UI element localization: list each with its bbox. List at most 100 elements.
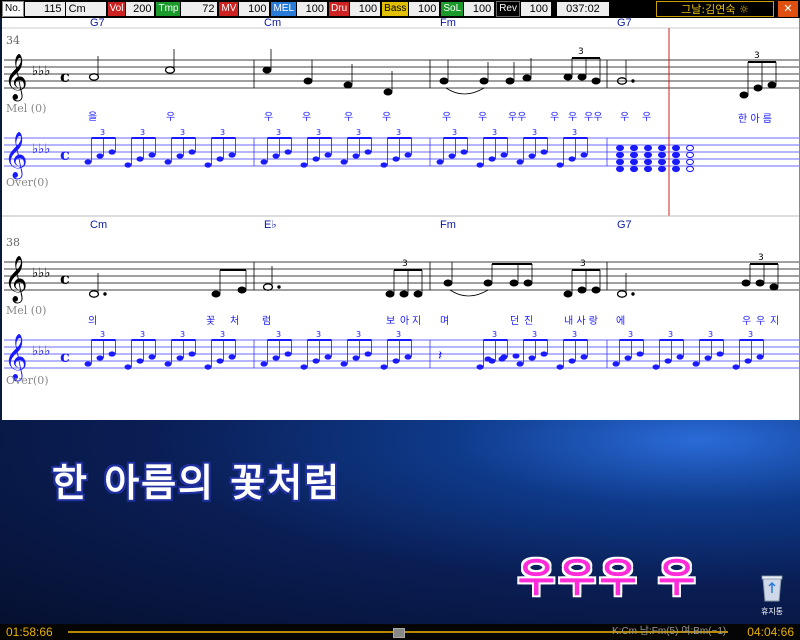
triplet-mark-1: 3 [578, 47, 584, 57]
accompaniment-note [124, 364, 132, 370]
time-signature-c: c [60, 347, 70, 366]
accompaniment-note [260, 361, 268, 367]
accompaniment-chord-note [672, 165, 680, 173]
accompaniment-note [716, 351, 724, 357]
triplet-mark: 3 [276, 128, 281, 137]
elapsed-time: 01:58:66 [6, 625, 53, 639]
mel-track-label-2: Mel (0) [6, 304, 46, 317]
accompaniment-chord-note [630, 151, 638, 159]
accompaniment-note [460, 149, 468, 155]
key-value: Cm [65, 2, 106, 16]
lyric: 꽃 [206, 315, 215, 327]
accompaniment-note [148, 354, 156, 360]
vol-value[interactable]: 200 [126, 2, 155, 16]
lyric: 처 [230, 315, 239, 327]
lyric: 우 [442, 111, 451, 123]
accompaniment-note [204, 364, 212, 370]
chord-1-4: G7 [617, 18, 632, 29]
mel-value[interactable]: 100 [297, 2, 328, 16]
progress-slider-handle[interactable] [393, 628, 405, 638]
over-track-label-2: Over(0) [6, 374, 49, 387]
lyric: 지 [770, 315, 779, 327]
accompaniment-chord-note [630, 165, 638, 173]
accompaniment-chord-note [658, 165, 666, 173]
accompaniment-note [324, 354, 332, 360]
lyric: 을 [88, 111, 97, 123]
bass-label: Bass [382, 2, 409, 16]
accompaniment-note [636, 351, 644, 357]
melody-notes-2 [88, 262, 779, 298]
triplet-mark: 3 [396, 128, 401, 137]
triplet-mark: 3 [316, 330, 321, 339]
lyric: 럼 [262, 314, 271, 327]
key-status: K:Cm 남:Fm(5) 여:Bm(−1) [612, 626, 727, 637]
time-signature-c: c [60, 269, 70, 288]
triplet-mark: 3 [100, 128, 105, 137]
key-signature-flats: ♭♭♭ [32, 344, 50, 359]
triplet-mark: 3 [572, 330, 577, 339]
accompaniment-chord-note [672, 151, 680, 159]
accompaniment-note [272, 355, 280, 361]
accompaniment-note [448, 153, 456, 159]
accompaniment-note [284, 149, 292, 155]
accompaniment-note [732, 364, 740, 370]
accompaniment-note [312, 358, 320, 364]
accompaniment-note [300, 162, 308, 168]
lyric: 우 [742, 315, 751, 327]
rest-icon: 𝄽 [438, 348, 442, 364]
accompaniment-note [136, 358, 144, 364]
key-signature-flats: ♭♭♭ [32, 266, 50, 281]
accompaniment-chord-note [616, 158, 624, 166]
playback-bar: 01:58:66 K:Cm 남:Fm(5) 여:Bm(−1) 04:04:66 [0, 624, 800, 640]
accompaniment-note [498, 356, 506, 362]
chord-2-1: Cm [90, 219, 107, 231]
triplet-mark: 3 [140, 128, 145, 137]
accompaniment-note [136, 156, 144, 162]
triplet-mark: 3 [220, 128, 225, 137]
accompaniment-note [216, 358, 224, 364]
accompaniment-note [704, 355, 712, 361]
song-title-singer: 그날:김연숙 ☼ [656, 1, 774, 17]
accompaniment-chord-note [616, 144, 624, 152]
accompaniment-note [404, 152, 412, 158]
accompaniment-note [512, 353, 520, 359]
position-counter: 037:02 [556, 2, 609, 16]
triplet-mark: 3 [492, 128, 497, 137]
over-staff-2 [4, 339, 799, 369]
lyric: 우 [478, 111, 487, 123]
accompaniment-note [404, 354, 412, 360]
lyric: 우 [302, 111, 311, 123]
accompaniment-chord-note [672, 144, 680, 152]
accompaniment-note [516, 159, 524, 165]
accompaniment-note [164, 159, 172, 165]
tempo-value[interactable]: 72 [181, 2, 218, 16]
lyric: 우 [344, 111, 353, 123]
bass-value[interactable]: 100 [409, 2, 440, 16]
melody-staff-1 [4, 59, 799, 89]
lyric: 진 [524, 315, 533, 327]
accompaniment-note [528, 153, 536, 159]
accompaniment-note [352, 153, 360, 159]
rev-value[interactable]: 100 [520, 2, 551, 16]
accompaniment-note [84, 361, 92, 367]
current-lyric-line: 한 아름의 꽃처럼 [52, 461, 342, 505]
solo-value[interactable]: 100 [464, 2, 495, 16]
accompaniment-note [580, 354, 588, 360]
close-button[interactable]: ✕ [778, 1, 798, 17]
over-notes-1: 3 3 3 3 3 3 3 3 3 3 3 3 [84, 128, 694, 173]
drum-value[interactable]: 100 [350, 2, 381, 16]
lyric: 우 [756, 315, 765, 327]
accompaniment-note [324, 152, 332, 158]
accompaniment-note [188, 149, 196, 155]
accompaniment-chord-note [644, 151, 652, 159]
next-lyric-line: 우우우 우 [518, 555, 700, 601]
accompaniment-note [352, 355, 360, 361]
recycle-bin[interactable]: 휴지통 [752, 574, 792, 617]
accompaniment-note [692, 361, 700, 367]
accompaniment-note [500, 152, 508, 158]
lyric: 던 [510, 315, 519, 327]
accompaniment-note [556, 162, 564, 168]
accompaniment-chord-note [686, 151, 694, 159]
accompaniment-chord-note [686, 165, 694, 173]
mv-value[interactable]: 100 [239, 2, 270, 16]
